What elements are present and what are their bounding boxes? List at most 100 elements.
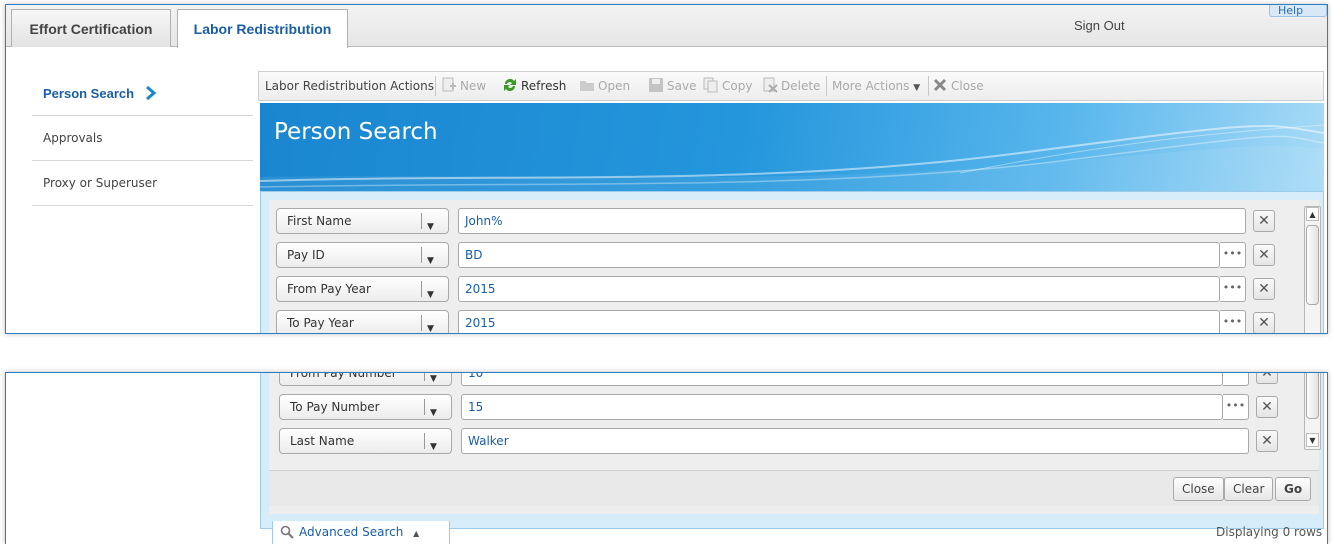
criteria-row: To Pay Number ▼ 15 ••• ✕	[279, 394, 1309, 420]
page-title: Person Search	[274, 119, 438, 145]
caret-down-icon: ▼	[430, 374, 437, 384]
value-input[interactable]: Walker	[461, 428, 1249, 454]
value-input[interactable]: John%	[458, 208, 1246, 234]
tab-labor-redistribution[interactable]: Labor Redistribution	[177, 9, 348, 48]
close-x-icon: ✕	[1258, 247, 1270, 263]
criteria-row: Pay ID ▼ BD ••• ✕	[276, 242, 1306, 268]
row-count-status: Displaying 0 rows	[1216, 525, 1323, 539]
bottom-window: From Pay Number ▼ 10 ••• ✕ To Pay Number ▼…	[5, 372, 1328, 544]
new-label: New	[460, 79, 487, 93]
field-select[interactable]: First Name ▼	[276, 208, 449, 234]
close-x-icon: ✕	[1261, 372, 1273, 381]
field-select[interactable]: To Pay Year ▼	[276, 310, 449, 334]
clear-button[interactable]: Clear	[1224, 477, 1274, 501]
nav-item-person-search[interactable]: Person Search	[32, 71, 253, 116]
close-button[interactable]: Close	[932, 72, 984, 100]
scroll-up-arrow-icon[interactable]: ▲	[1306, 207, 1319, 221]
top-window: Effort Certification Labor Redistributio…	[5, 4, 1328, 334]
search-criteria-list: First Name ▼ John% ✕ Pay ID ▼ BD ••• ✕ Fro…	[269, 200, 1321, 334]
criteria-scrollbar[interactable]: ▲	[1304, 206, 1321, 333]
copy-icon	[703, 77, 718, 93]
save-icon	[649, 78, 663, 92]
folder-icon	[580, 81, 594, 91]
remove-criteria-button[interactable]: ✕	[1253, 210, 1275, 232]
tab-effort-certification[interactable]: Effort Certification	[11, 9, 171, 47]
more-actions-label: More Actions	[832, 79, 910, 93]
refresh-button[interactable]: Refresh	[502, 72, 566, 100]
field-select[interactable]: Last Name ▼	[279, 428, 452, 454]
help-button[interactable]: Help	[1269, 4, 1327, 17]
field-select-label: Pay ID	[287, 248, 325, 262]
remove-criteria-button[interactable]: ✕	[1256, 430, 1278, 452]
lookup-button[interactable]: •••	[1223, 394, 1249, 420]
delete-icon	[763, 77, 778, 93]
left-nav: Person Search Approvals Proxy or Superus…	[32, 71, 253, 206]
field-select-label: To Pay Year	[287, 316, 354, 330]
ellipsis-icon: •••	[1222, 315, 1243, 328]
nav-item-label: Person Search	[43, 86, 135, 101]
criteria-scrollbar[interactable]: ▼	[1304, 373, 1321, 450]
remove-criteria-button[interactable]: ✕	[1253, 278, 1275, 300]
value-input[interactable]: 2015	[458, 276, 1220, 302]
value-input[interactable]: BD	[458, 242, 1220, 268]
caret-down-icon: ▼	[427, 290, 434, 300]
nav-item-label: Approvals	[43, 131, 103, 145]
page-banner: Person Search	[260, 103, 1324, 191]
refresh-icon	[504, 79, 516, 91]
field-select[interactable]: To Pay Number ▼	[279, 394, 452, 420]
field-select[interactable]: From Pay Number ▼	[279, 373, 452, 386]
caret-up-icon: ▲	[413, 529, 420, 538]
lookup-button[interactable]: •••	[1220, 242, 1246, 268]
field-select[interactable]: Pay ID ▼	[276, 242, 449, 268]
copy-label: Copy	[722, 79, 753, 93]
field-select[interactable]: From Pay Year ▼	[276, 276, 449, 302]
caret-down-icon: ▼	[427, 256, 434, 266]
ellipsis-icon: •••	[1222, 247, 1243, 260]
value-input[interactable]: 2015	[458, 310, 1220, 333]
help-label: Help	[1278, 4, 1304, 17]
remove-criteria-button[interactable]: ✕	[1253, 312, 1275, 333]
caret-down-icon: ▼	[430, 442, 437, 452]
delete-button[interactable]: Delete	[762, 72, 820, 100]
nav-item-proxy-superuser[interactable]: Proxy or Superuser	[32, 161, 253, 206]
open-button[interactable]: Open	[579, 72, 630, 100]
close-x-icon: ✕	[1258, 315, 1270, 331]
ellipsis-icon: •••	[1222, 281, 1243, 294]
criteria-row: From Pay Number ▼ 10 ••• ✕	[279, 372, 1309, 386]
scroll-thumb[interactable]	[1306, 225, 1319, 305]
caret-down-icon: ▼	[913, 83, 921, 93]
scroll-down-arrow-icon[interactable]: ▼	[1306, 433, 1319, 447]
field-select-label: First Name	[287, 214, 352, 228]
value-input[interactable]: 15	[461, 394, 1223, 420]
criteria-row: Last Name ▼ Walker ✕	[279, 428, 1309, 454]
sign-out-link[interactable]: Sign Out	[1074, 18, 1125, 33]
value-input[interactable]: 10	[461, 373, 1223, 386]
field-select-label: Last Name	[290, 434, 355, 448]
lookup-button[interactable]: •••	[1223, 373, 1249, 386]
search-criteria-area: First Name ▼ John% ✕ Pay ID ▼ BD ••• ✕ Fro…	[260, 191, 1324, 334]
remove-criteria-button[interactable]: ✕	[1253, 244, 1275, 266]
field-select-label: To Pay Number	[290, 400, 380, 414]
remove-criteria-button[interactable]: ✕	[1256, 372, 1278, 384]
more-actions-button[interactable]: More Actions ▼	[832, 72, 920, 100]
criteria-row: To Pay Year ▼ 2015 ••• ✕	[276, 310, 1306, 334]
close-x-icon: ✕	[1258, 281, 1270, 297]
nav-item-approvals[interactable]: Approvals	[32, 116, 253, 161]
copy-button[interactable]: Copy	[703, 72, 752, 100]
open-label: Open	[598, 79, 631, 93]
go-button[interactable]: Go	[1275, 477, 1312, 501]
lookup-button[interactable]: •••	[1220, 276, 1246, 302]
nav-item-label: Proxy or Superuser	[43, 176, 158, 190]
close-x-icon: ✕	[1261, 399, 1273, 415]
scroll-thumb[interactable]	[1306, 373, 1319, 419]
caret-down-icon: ▼	[430, 408, 437, 418]
refresh-label: Refresh	[521, 79, 567, 93]
remove-criteria-button[interactable]: ✕	[1256, 396, 1278, 418]
save-button[interactable]: Save	[648, 72, 696, 100]
lookup-button[interactable]: •••	[1220, 310, 1246, 333]
close-search-button[interactable]: Close	[1173, 477, 1224, 501]
advanced-search-toggle[interactable]: Advanced Search ▲	[272, 521, 450, 544]
new-button[interactable]: New	[441, 72, 486, 100]
caret-down-icon: ▼	[427, 324, 434, 334]
criteria-row: From Pay Year ▼ 2015 ••• ✕	[276, 276, 1306, 302]
